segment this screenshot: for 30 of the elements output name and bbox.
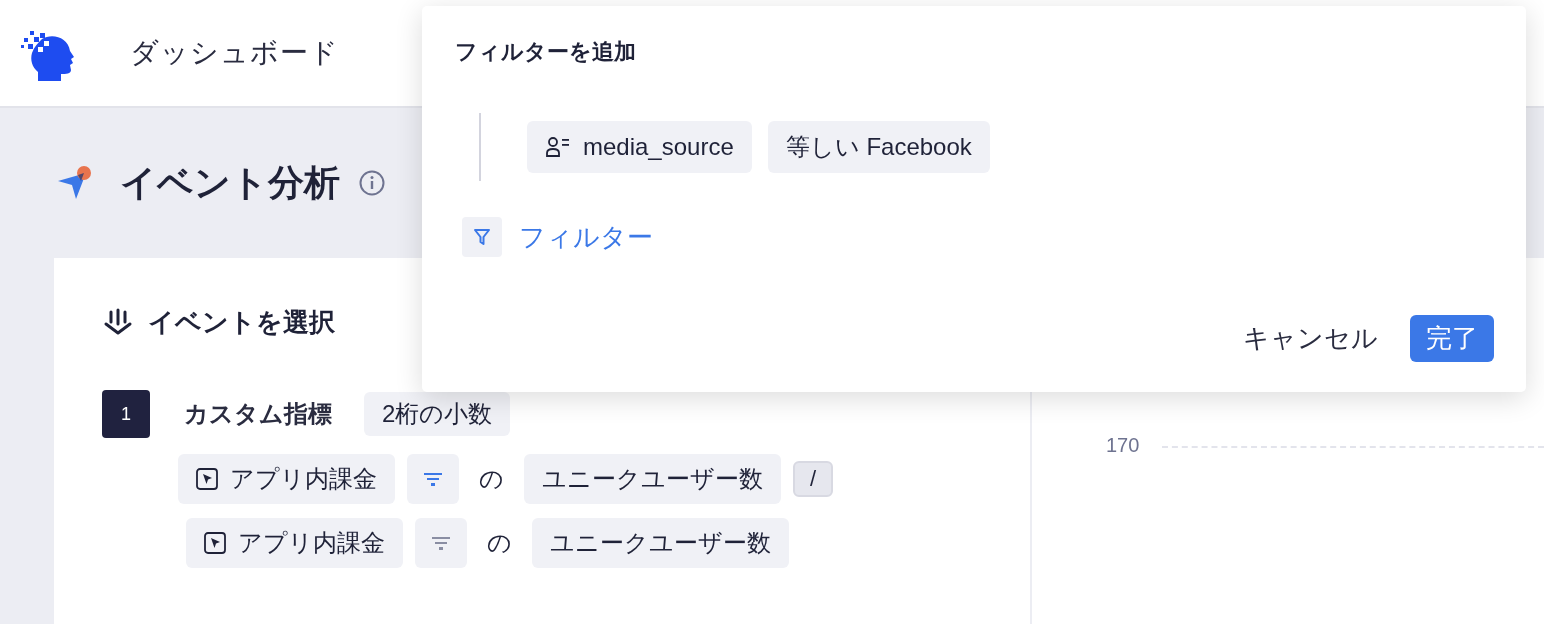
metric-number: 1 (102, 390, 150, 438)
nav-title[interactable]: ダッシュボード (130, 34, 339, 72)
measure-chip[interactable]: ユニークユーザー数 (532, 518, 789, 568)
page-title: イベント分析 (120, 160, 340, 205)
event-chip[interactable]: アプリ内課金 (186, 518, 403, 568)
done-button[interactable]: 完了 (1410, 315, 1494, 362)
property-chip[interactable]: media_source (527, 121, 752, 173)
funnel-icon (471, 226, 493, 248)
popover-title: フィルターを追加 (455, 38, 637, 66)
cursor-icon (196, 468, 218, 490)
condition-chip[interactable]: 等しい Facebook (767, 121, 990, 173)
cursor-icon (204, 532, 226, 554)
metric-name: カスタム指標 (184, 399, 332, 429)
info-icon[interactable] (358, 169, 386, 197)
connector-text: の (479, 464, 504, 494)
measure-chip[interactable]: ユニークユーザー数 (524, 454, 781, 504)
cancel-button[interactable]: キャンセル (1243, 315, 1378, 362)
person-list-icon (545, 136, 571, 158)
event-chip[interactable]: アプリ内課金 (178, 454, 395, 504)
filter-button[interactable] (415, 518, 467, 568)
format-chip[interactable]: 2桁の小数 (364, 392, 511, 436)
section-heading: イベントを選択 (148, 305, 335, 339)
connector-text: の (487, 528, 512, 558)
event-name: アプリ内課金 (230, 464, 377, 494)
event-name: アプリ内課金 (238, 528, 385, 558)
property-name: media_source (583, 133, 734, 161)
operator-chip[interactable]: / (793, 461, 833, 497)
add-filter-button[interactable]: フィルター (462, 217, 653, 257)
filter-button[interactable] (407, 454, 459, 504)
axis-tick-label: 170 (1106, 434, 1140, 457)
